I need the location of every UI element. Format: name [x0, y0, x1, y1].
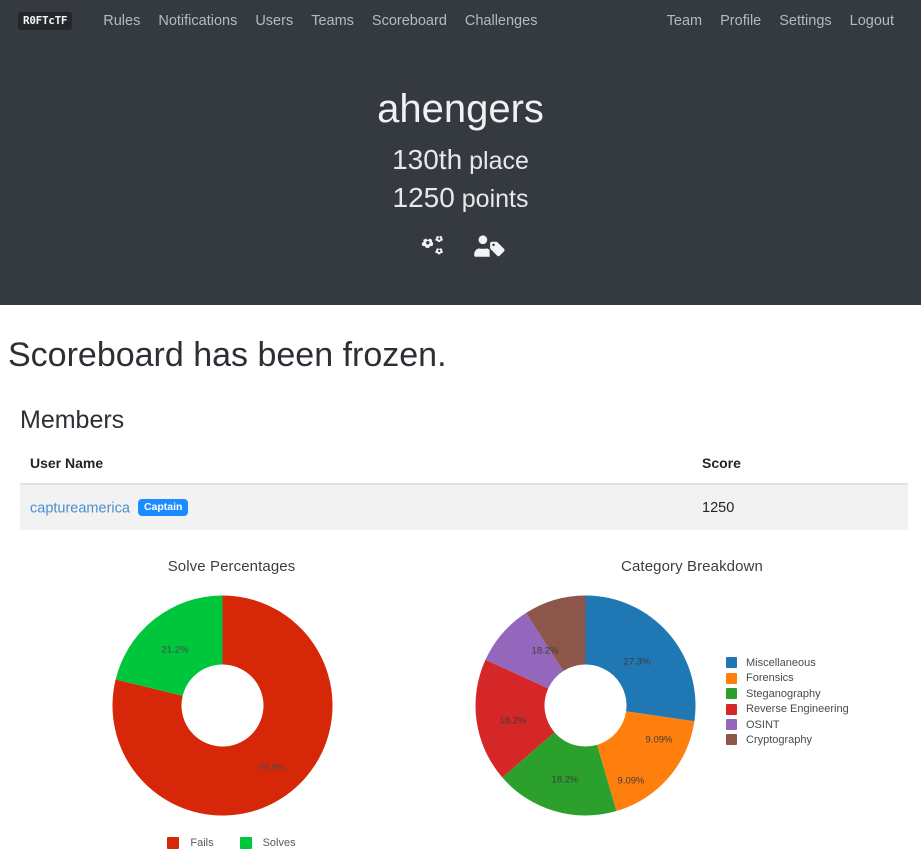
chart-title-solve-percentages: Solve Percentages [167, 558, 296, 576]
legend-label-cryptography: Cryptography [746, 733, 813, 746]
user-tag-icon[interactable] [471, 232, 505, 267]
team-points-label: points [461, 185, 529, 213]
category-donut-svg [475, 595, 696, 816]
nav-link-challenges[interactable]: Challenges [456, 13, 547, 29]
column-header-username: User Name [20, 448, 692, 485]
solve-percentages-chart: Solve Percentages 78.8% 21.2% Fails Solv… [0, 548, 463, 850]
legend-item-cryptography[interactable]: Cryptography [726, 732, 849, 747]
team-place-label: place [469, 147, 529, 175]
members-heading: Members [20, 405, 125, 434]
donut-slice-solves[interactable] [115, 595, 223, 697]
nav-link-settings[interactable]: Settings [770, 13, 840, 29]
legend-item-solves[interactable]: Solves [239, 837, 296, 850]
table-row: captureamerica Captain 1250 [20, 483, 908, 531]
column-header-score: Score [692, 448, 908, 485]
team-name: ahengers [377, 87, 544, 131]
members-table-head: User Name Score [20, 448, 908, 485]
solve-donut-slices [112, 595, 333, 816]
legend-swatch-forensics [726, 672, 737, 684]
table-header-row: User Name Score [20, 448, 908, 485]
category-donut-slices [475, 595, 696, 816]
legend-label-miscellaneous: Miscellaneous [746, 656, 816, 669]
site-logo[interactable]: R0FTcTF [18, 12, 73, 30]
legend-item-forensics[interactable]: Forensics [726, 671, 849, 686]
top-navbar: R0FTcTF Rules Notifications Users Teams … [0, 0, 921, 42]
legend-swatch-miscellaneous [726, 657, 737, 669]
legend-label-fails: Fails [190, 837, 214, 850]
cell-username: captureamerica Captain [20, 483, 692, 531]
team-place-value: 130th [392, 144, 463, 175]
nav-link-logout[interactable]: Logout [841, 13, 903, 29]
team-points: 1250 points [0, 182, 921, 214]
solve-percentages-donut: 78.8% 21.2% [110, 593, 463, 823]
members-table: User Name Score captureamerica Captain 12… [20, 448, 908, 531]
nav-link-team[interactable]: Team [658, 13, 711, 29]
frozen-notice: Scoreboard has been frozen. [8, 336, 447, 374]
chart-title-category-breakdown: Category Breakdown [621, 558, 763, 576]
nav-link-users[interactable]: Users [246, 13, 302, 29]
legend-swatch-osint [726, 719, 737, 731]
legend-label-osint: OSINT [746, 718, 780, 731]
legend-item-miscellaneous[interactable]: Miscellaneous [726, 655, 849, 670]
donut-slice-miscellaneous[interactable] [585, 595, 696, 722]
legend-label-reverse-engineering: Reverse Engineering [746, 703, 849, 716]
status-badge-captain[interactable]: Captain [137, 498, 189, 517]
legend-item-reverse-engineering[interactable]: Reverse Engineering [726, 701, 849, 716]
members-table-body: captureamerica Captain 1250 [20, 483, 908, 531]
legend-swatch-fails [167, 837, 180, 850]
legend-label-solves: Solves [262, 837, 296, 850]
team-hero-banner: ahengers 130th place 1250 points [0, 42, 921, 305]
solve-donut-svg [112, 595, 333, 816]
legend-swatch-steganography [726, 688, 737, 700]
cogs-settings-icon[interactable] [417, 232, 451, 267]
nav-link-scoreboard[interactable]: Scoreboard [363, 13, 456, 29]
team-place: 130th place [0, 144, 921, 176]
legend-label-forensics: Forensics [746, 672, 794, 685]
team-points-value: 1250 [392, 182, 455, 213]
nav-link-rules[interactable]: Rules [94, 13, 149, 29]
legend-item-fails[interactable]: Fails [167, 837, 214, 850]
legend-swatch-reverse-engineering [726, 703, 737, 715]
main-content: Scoreboard has been frozen. Members User… [0, 335, 921, 850]
legend-item-steganography[interactable]: Steganography [726, 686, 849, 701]
navbar-right-links: Team Profile Settings Logout [658, 13, 903, 29]
category-breakdown-chart: Category Breakdown 27.3% 18.2% 18.2% 18.… [463, 548, 921, 849]
member-link-captureamerica[interactable]: captureamerica [30, 500, 130, 516]
category-breakdown-legend: Miscellaneous Forensics Steganography Re… [726, 655, 849, 747]
charts-section: Solve Percentages 78.8% 21.2% Fails Solv… [0, 548, 921, 850]
site-logo-text: R0FTcTF [23, 14, 68, 27]
cell-score: 1250 [692, 483, 908, 531]
team-action-icons [0, 232, 921, 267]
nav-link-notifications[interactable]: Notifications [149, 13, 246, 29]
legend-label-steganography: Steganography [746, 687, 821, 700]
legend-swatch-cryptography [726, 734, 737, 746]
legend-swatch-solves [239, 837, 252, 850]
legend-item-osint[interactable]: OSINT [726, 717, 849, 732]
category-breakdown-donut: 27.3% 18.2% 18.2% 18.2% 9.09% 9.09% Misc… [473, 593, 921, 823]
nav-link-teams[interactable]: Teams [302, 13, 363, 29]
navbar-left-links: Rules Notifications Users Teams Scoreboa… [94, 13, 546, 29]
solve-percentages-legend: Fails Solves [0, 837, 463, 850]
nav-link-profile[interactable]: Profile [711, 13, 770, 29]
